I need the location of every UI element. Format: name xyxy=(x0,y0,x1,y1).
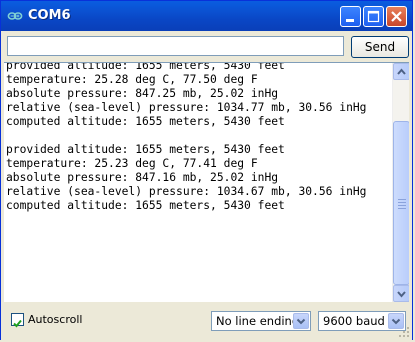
vertical-scrollbar[interactable] xyxy=(392,63,409,302)
line-ending-select[interactable]: No line ending xyxy=(211,311,311,331)
scrollbar-thumb[interactable] xyxy=(393,121,409,285)
chevron-down-icon xyxy=(296,318,306,325)
output-line: relative (sea-level) pressure: 1034.67 m… xyxy=(6,185,367,198)
minimize-button[interactable] xyxy=(340,6,361,27)
dropdown-arrow-button[interactable] xyxy=(293,313,309,329)
output-line: computed altitude: 1655 meters, 5430 fee… xyxy=(6,115,285,128)
resize-grip-icon[interactable] xyxy=(398,326,410,338)
arduino-logo-icon xyxy=(7,12,23,20)
output-line: relative (sea-level) pressure: 1034.77 m… xyxy=(6,101,367,114)
output-line: absolute pressure: 847.25 mb, 25.02 inHg xyxy=(6,87,279,100)
output-line: provided altitude: 1655 meters, 5430 fee… xyxy=(6,62,285,72)
maximize-icon xyxy=(367,10,380,23)
output-line: temperature: 25.28 deg C, 77.50 deg F xyxy=(6,73,258,86)
output-line: temperature: 25.23 deg C, 77.41 deg F xyxy=(6,157,258,170)
serial-monitor-window: COM6 Send provided altitude: 1655 meters… xyxy=(0,0,413,340)
output-line: absolute pressure: 847.16 mb, 25.02 inHg xyxy=(6,171,279,184)
title-bar[interactable]: COM6 xyxy=(1,1,412,31)
maximize-button[interactable] xyxy=(363,6,384,27)
line-ending-value: No line ending xyxy=(216,314,300,328)
send-input[interactable] xyxy=(7,36,344,56)
output-line: computed altitude: 1655 meters, 5430 fee… xyxy=(6,199,285,212)
serial-output-area[interactable]: provided altitude: 1655 meters, 5430 fee… xyxy=(4,62,409,302)
close-button[interactable] xyxy=(386,6,407,27)
chevron-up-icon xyxy=(397,68,406,75)
close-icon xyxy=(391,11,402,22)
output-line: provided altitude: 1655 meters, 5430 fee… xyxy=(6,143,285,156)
chevron-down-icon xyxy=(397,291,406,298)
scroll-up-button[interactable] xyxy=(393,63,409,80)
baud-rate-value: 9600 baud xyxy=(323,314,385,328)
scroll-down-button[interactable] xyxy=(393,285,409,302)
checkmark-icon xyxy=(13,319,22,328)
autoscroll-label: Autoscroll xyxy=(28,313,83,326)
baud-rate-select[interactable]: 9600 baud xyxy=(318,311,406,331)
autoscroll-checkbox[interactable] xyxy=(11,313,24,328)
output-text: provided altitude: 1655 meters, 5430 fee… xyxy=(6,62,391,213)
minimize-icon xyxy=(346,19,354,22)
bottom-bar: Autoscroll No line ending 9600 baud xyxy=(1,302,412,340)
send-button[interactable]: Send xyxy=(351,36,409,58)
window-title: COM6 xyxy=(28,8,71,23)
